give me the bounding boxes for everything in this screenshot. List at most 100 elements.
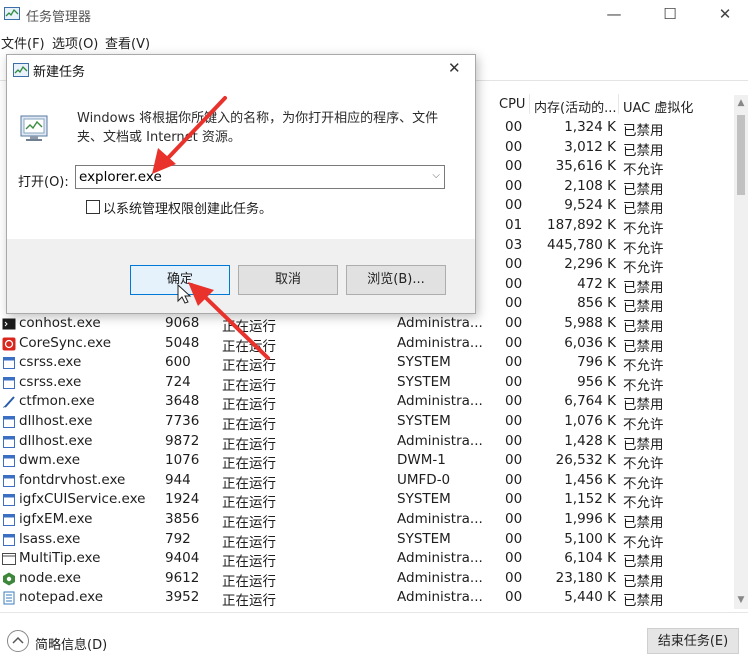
pid-cell: 3856 <box>165 511 200 527</box>
cpu-cell: 00 <box>505 275 523 292</box>
memory-cell: 26,532 K <box>555 452 616 469</box>
pid-cell: 792 <box>165 530 191 547</box>
user-cell: SYSTEM <box>397 373 451 390</box>
maximize-button[interactable]: ☐ <box>648 3 692 25</box>
table-row[interactable]: dwm.exe 1076 正在运行 DWM-1 00 26,532 K 不允许 <box>0 451 734 472</box>
pid-cell: 724 <box>165 373 191 390</box>
cpu-cell: 00 <box>505 177 523 194</box>
admin-privileges-checkbox[interactable] <box>86 200 100 214</box>
memory-cell: 2,296 K <box>564 256 616 273</box>
dialog-button-area: 确定 取消 浏览(B)... <box>7 239 475 313</box>
footer-bar: 简略信息(D) 结束任务(E) <box>0 612 748 663</box>
pid-cell: 3648 <box>165 393 200 410</box>
uac-cell: 不允许 <box>623 534 664 551</box>
fewer-details-link[interactable]: 简略信息(D) <box>35 634 107 653</box>
app-window-icon <box>2 533 16 547</box>
pid-cell: 1076 <box>165 452 200 469</box>
admin-privileges-label[interactable]: 以系统管理权限创建此任务。 <box>103 198 272 217</box>
table-row[interactable]: node.exe 9612 正在运行 Administra... 00 23,180 K 已… <box>0 569 734 590</box>
cpu-cell: 00 <box>505 589 523 606</box>
memory-cell: 6,104 K <box>564 550 616 567</box>
minimize-button[interactable]: — <box>592 3 636 25</box>
memory-cell: 1,456 K <box>564 471 616 488</box>
browse-button[interactable]: 浏览(B)... <box>346 265 446 295</box>
pid-cell: 1924 <box>165 491 200 508</box>
uac-cell: 不允许 <box>623 358 664 375</box>
scroll-up-arrow-icon[interactable]: ▲ <box>736 98 746 108</box>
process-name-cell: conhost.exe <box>19 315 101 331</box>
process-name-cell: igfxEM.exe <box>19 511 93 527</box>
menu-options[interactable]: 选项(O) <box>52 33 98 52</box>
table-row[interactable]: dllhost.exe 7736 正在运行 SYSTEM 00 1,076 K 不允许 <box>0 412 734 433</box>
memory-cell: 35,616 K <box>555 158 616 175</box>
table-row[interactable]: igfxCUIService.exe 1924 正在运行 SYSTEM 00 1,152 … <box>0 490 734 512</box>
memory-cell: 472 K <box>577 275 616 292</box>
process-name-cell: dllhost.exe <box>19 432 93 449</box>
uac-cell: 不允许 <box>623 495 664 512</box>
memory-cell: 5,440 K <box>564 589 616 606</box>
column-header-memory[interactable]: 内存(活动的... <box>534 97 616 116</box>
uac-cell: 不允许 <box>623 475 664 492</box>
menu-file[interactable]: 文件(F) <box>1 33 45 52</box>
memory-cell: 1,324 K <box>564 119 616 135</box>
pen-icon <box>2 395 16 409</box>
uac-cell: 已禁用 <box>623 123 664 139</box>
table-row[interactable]: lsass.exe 792 正在运行 SYSTEM 00 5,100 K 不允许 <box>0 530 734 551</box>
chevron-down-icon[interactable]: ⌵ <box>432 170 440 181</box>
table-row[interactable]: fontdrvhost.exe 944 正在运行 UMFD-0 00 1,456 K 不允许 <box>0 471 734 492</box>
open-input-value[interactable]: explorer.exe <box>79 169 162 185</box>
table-row[interactable]: dllhost.exe 9872 正在运行 Administra... 00 1,428 … <box>0 432 734 453</box>
table-row[interactable]: conhost.exe 9068 正在运行 Administra... 00 5,988 … <box>0 314 734 335</box>
user-cell: Administra... <box>397 569 483 586</box>
header-separator[interactable] <box>529 94 530 114</box>
menu-view[interactable]: 查看(V) <box>105 33 150 52</box>
vertical-scrollbar[interactable]: ▲ ▼ <box>734 95 748 609</box>
scrollbar-thumb[interactable] <box>737 115 745 195</box>
user-cell: SYSTEM <box>397 530 451 547</box>
ok-button[interactable]: 确定 <box>130 265 230 295</box>
user-cell: DWM-1 <box>397 452 446 469</box>
open-label: 打开(O): <box>18 175 69 190</box>
status-cell: 正在运行 <box>222 319 276 335</box>
process-name-cell: notepad.exe <box>19 589 104 606</box>
table-row[interactable]: ctfmon.exe 3648 正在运行 Administra... 00 6,764 K… <box>0 392 734 413</box>
column-header-uac[interactable]: UAC 虚拟化 <box>623 97 693 116</box>
end-task-button[interactable]: 结束任务(E) <box>647 628 739 654</box>
scroll-down-arrow-icon[interactable]: ▼ <box>736 595 746 605</box>
cpu-cell: 00 <box>505 550 523 567</box>
cpu-cell: 00 <box>505 158 523 175</box>
uac-cell: 已禁用 <box>623 299 664 316</box>
memory-cell: 956 K <box>577 373 616 390</box>
memory-cell: 6,036 K <box>564 334 616 351</box>
cpu-cell: 00 <box>505 315 523 331</box>
cpu-cell: 00 <box>505 295 523 312</box>
uac-cell: 已禁用 <box>623 319 664 335</box>
dialog-close-icon[interactable]: ✕ <box>448 59 461 77</box>
cpu-cell: 00 <box>505 471 523 488</box>
table-row[interactable]: csrss.exe 600 正在运行 SYSTEM 00 796 K 不允许 <box>0 353 734 375</box>
app-window-icon <box>2 415 16 429</box>
column-header-cpu[interactable]: CPU <box>499 97 525 112</box>
table-row[interactable]: csrss.exe 724 正在运行 SYSTEM 00 956 K 不允许 <box>0 373 734 394</box>
header-separator[interactable] <box>618 94 619 114</box>
process-name-cell: dllhost.exe <box>19 413 93 429</box>
cancel-button[interactable]: 取消 <box>238 265 338 295</box>
process-name-cell: node.exe <box>19 569 81 586</box>
memory-cell: 6,764 K <box>564 393 616 410</box>
memory-cell: 5,100 K <box>564 530 616 547</box>
app-window-icon <box>2 356 16 370</box>
node-icon <box>2 572 16 586</box>
table-row[interactable]: MultiTip.exe 9404 正在运行 Administra... 00 6,104… <box>0 549 734 570</box>
chevron-up-icon[interactable] <box>7 630 29 652</box>
create-new-task-dialog: 新建任务 ✕ Windows 将根据你所键入的名称，为你打开相应的程序、文件夹、… <box>6 54 476 314</box>
close-button[interactable]: ✕ <box>703 3 747 25</box>
table-row[interactable]: notepad.exe 3952 正在运行 Administra... 00 5,440 … <box>0 588 734 608</box>
status-cell: 正在运行 <box>222 593 276 608</box>
process-name-cell: dwm.exe <box>19 452 81 469</box>
process-name-cell: csrss.exe <box>19 354 82 371</box>
table-row[interactable]: CoreSync.exe 5048 正在运行 Administra... 00 6,036… <box>0 334 734 355</box>
open-combobox[interactable]: explorer.exe ⌵ <box>75 165 445 189</box>
table-row[interactable]: igfxEM.exe 3856 正在运行 Administra... 00 1,996 K… <box>0 510 734 531</box>
user-cell: UMFD-0 <box>397 471 451 488</box>
task-manager-icon <box>4 7 20 20</box>
